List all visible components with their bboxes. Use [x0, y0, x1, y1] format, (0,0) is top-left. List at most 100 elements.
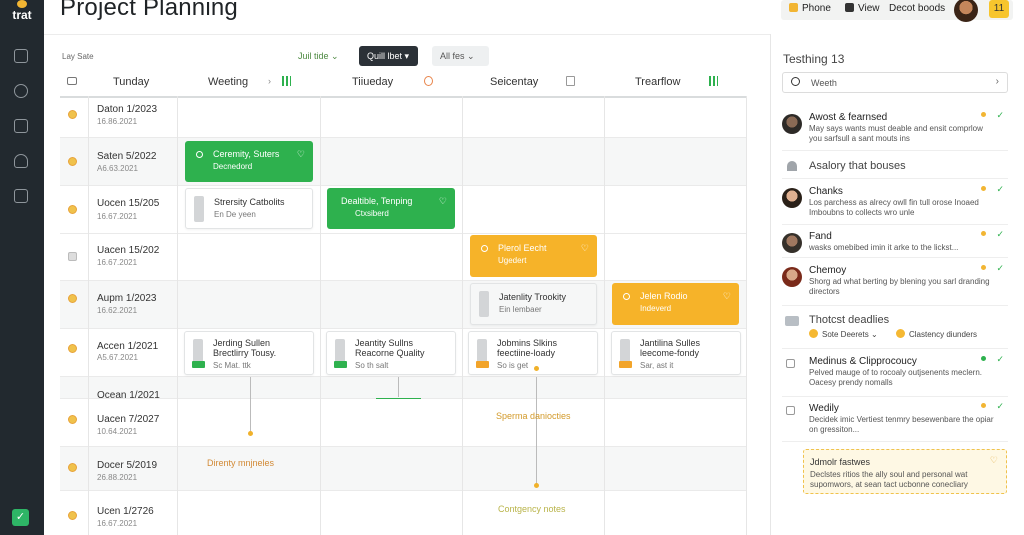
top-toolbar: Phone View Decot boods: [781, 0, 1013, 20]
phone-button[interactable]: Phone: [789, 3, 831, 14]
row-title[interactable]: Daton 1/2023: [97, 104, 157, 115]
heart-icon[interactable]: ♡: [581, 243, 589, 254]
grid-top-border: [60, 96, 746, 98]
heart-icon[interactable]: ♡: [297, 149, 305, 160]
target-icon: [424, 76, 433, 86]
chip-label: Clastency diunders: [909, 330, 978, 339]
list-icon[interactable]: [67, 77, 77, 85]
logo-text: trat: [12, 8, 32, 22]
search-icon[interactable]: [14, 84, 28, 98]
row-title[interactable]: Accen 1/2021: [97, 341, 158, 352]
phone-label: Phone: [802, 3, 831, 14]
column-header-2[interactable]: Weeting: [208, 76, 248, 88]
card-subtitle: Sar, ast it: [640, 361, 674, 370]
task-icon: [623, 293, 630, 300]
task-card[interactable]: Jantilina Sulles leecome-fondy Sar, ast …: [611, 331, 741, 375]
card-subtitle: Decnedord: [213, 162, 253, 171]
row-title[interactable]: Saten 5/2022: [97, 151, 157, 162]
search-icon: [791, 77, 800, 86]
task-card[interactable]: Jeantity Sullns Reacorne Quality So th s…: [326, 331, 456, 375]
row-title[interactable]: Uacen 7/2027: [97, 414, 159, 425]
filter-dropdown-2[interactable]: Quill lbet ▾: [359, 46, 418, 66]
message-divider: [782, 348, 1008, 349]
task-card[interactable]: Jatenlity Trookity Ein lembaer: [470, 283, 597, 325]
annotation-note[interactable]: Sperma daniocties: [496, 411, 571, 421]
heart-icon[interactable]: ♡: [723, 291, 731, 302]
row-status-icon: [68, 344, 77, 353]
column-header-5[interactable]: Trearflow: [635, 76, 680, 88]
section-heading[interactable]: Asalory that bouses: [809, 160, 906, 172]
view-button[interactable]: View: [845, 3, 880, 14]
task-card[interactable]: ♡ Plerol Eecht Ugedert: [470, 235, 597, 277]
check-icon: ✓: [996, 263, 1004, 273]
message-body: wasks omebibed imin it arke to the licks…: [809, 243, 959, 252]
check-icon: ✓: [996, 229, 1004, 239]
filter-1-label: Juil tide: [298, 51, 329, 61]
task-card[interactable]: Jerding Sullen Brectlirry Tousy. Sc Mat.…: [184, 331, 314, 375]
chip-dot-icon: [809, 329, 818, 338]
decor-button[interactable]: Decot boods: [889, 3, 945, 14]
search-input[interactable]: Weeth: [811, 78, 837, 88]
folder-icon[interactable]: [14, 119, 28, 133]
row-date: 16.62.2021: [97, 306, 138, 315]
message-divider: [782, 257, 1008, 258]
avatar: [782, 233, 802, 253]
column-divider: [746, 96, 747, 535]
row-status-icon: [68, 511, 77, 520]
message-sender: Medinus & Clipprocoucy: [809, 356, 917, 367]
row-title[interactable]: Ucen 1/2726: [97, 506, 154, 517]
task-card[interactable]: ♡ Dealtible, Tenping Ctxsiberd: [327, 188, 455, 229]
heart-icon[interactable]: ♡: [990, 455, 998, 466]
row-title[interactable]: Uocen 15/205: [97, 198, 159, 209]
deadline-chip[interactable]: Sote Deerets ⌄: [809, 329, 878, 339]
task-card[interactable]: Strersity Catbolits En De yeen: [185, 188, 313, 229]
highlight-title: Jdmolr fastwes: [810, 457, 871, 467]
app-logo[interactable]: trat: [6, 0, 38, 24]
notification-badge[interactable]: 11: [989, 0, 1009, 18]
row-date: A6.63.2021: [97, 164, 138, 173]
row-title[interactable]: Aupm 1/2023: [97, 293, 157, 304]
row-title[interactable]: Docer 5/2019: [97, 460, 157, 471]
home-icon[interactable]: [14, 49, 28, 63]
status-dot: [981, 356, 986, 361]
row-status-icon: [68, 205, 77, 214]
document-icon: [566, 76, 575, 86]
row-title[interactable]: Ocean 1/2021: [97, 390, 160, 401]
calendar-icon[interactable]: [14, 189, 28, 203]
chevron-down-icon: ▾: [404, 51, 410, 61]
filter-dropdown-1[interactable]: Juil tide ⌄: [290, 46, 347, 66]
status-dot: [981, 403, 986, 408]
check-icon[interactable]: ✓: [12, 509, 29, 526]
chevron-down-icon: ⌄: [870, 330, 878, 339]
annotation-note[interactable]: Direnty mnjneles: [207, 458, 274, 468]
card-title: Jantilina Sulles: [640, 338, 701, 348]
phone-icon: [789, 3, 798, 12]
row-date: 10.64.2021: [97, 427, 138, 436]
column-header-4[interactable]: Seicentay: [490, 76, 538, 88]
row-title[interactable]: Uacen 15/202: [97, 245, 159, 256]
heart-icon[interactable]: ♡: [439, 196, 447, 207]
row-status-icon: [68, 110, 77, 119]
annotation-note[interactable]: Contgency notes: [498, 504, 566, 514]
card-subtitle: Ugedert: [498, 256, 527, 265]
panel-search[interactable]: Weeth ›: [782, 72, 1008, 93]
task-card[interactable]: ♡ Ceremity, Suters Decnedord: [185, 141, 313, 182]
highlight-card[interactable]: ♡ Jdmolr fastwes Declstes ritios the all…: [803, 449, 1007, 494]
column-header-1[interactable]: Tunday: [113, 76, 149, 88]
deadline-chip[interactable]: Clastency diunders: [896, 329, 977, 339]
user-icon[interactable]: [14, 154, 28, 168]
message-divider: [782, 441, 1008, 442]
filter-3-label: All fes: [440, 51, 465, 61]
column-header-3[interactable]: Tiiueday: [352, 76, 393, 88]
row-divider: [60, 137, 746, 138]
row-divider: [60, 376, 746, 377]
task-card[interactable]: Jobmins Slkins feectiine-loady So is get: [468, 331, 598, 375]
filter-dropdown-3[interactable]: All fes ⌄: [432, 46, 489, 66]
section-heading[interactable]: Thotcst deadlies: [809, 314, 889, 326]
status-tag: [334, 361, 347, 368]
message-divider: [782, 305, 1008, 306]
column-divider: [177, 96, 178, 535]
task-card[interactable]: ♡ Jelen Rodio Indeverd: [612, 283, 739, 325]
task-icon: [481, 245, 488, 252]
view-label: View: [858, 3, 880, 14]
